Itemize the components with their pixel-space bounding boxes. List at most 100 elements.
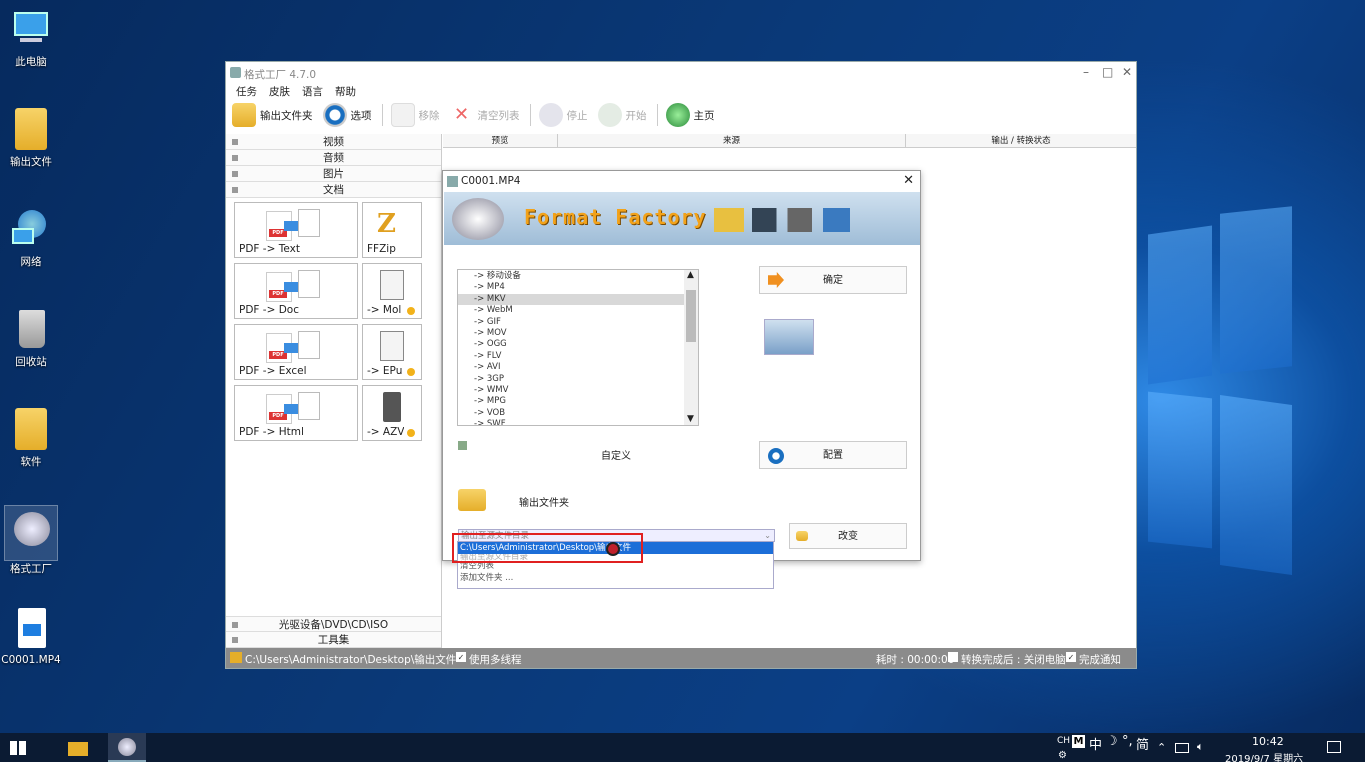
desktop-icon-network[interactable]: 网络	[0, 208, 62, 269]
format-item[interactable]: -> WMV	[458, 385, 698, 396]
format-item[interactable]: -> FLV	[458, 351, 698, 362]
ime-indicator[interactable]: CH	[1057, 736, 1070, 746]
category-image[interactable]: 图片	[226, 166, 441, 182]
format-list-scrollbar[interactable]: ▲ ▼	[684, 270, 698, 425]
folder-icon	[15, 408, 47, 450]
category-video[interactable]: 视频	[226, 134, 441, 150]
tile-ffzip[interactable]: Z FFZip	[362, 202, 422, 258]
ime-simplified[interactable]: 简	[1136, 734, 1149, 753]
format-item[interactable]: -> MP4	[458, 282, 698, 293]
notification-icon[interactable]	[1327, 741, 1341, 753]
moon-icon[interactable]: ☽	[1106, 734, 1118, 749]
change-button[interactable]: 改变	[789, 523, 907, 549]
tile-pdf-to-excel[interactable]: PDF PDF -> Excel	[234, 324, 358, 380]
close-icon[interactable]: ✕	[1122, 65, 1132, 79]
clear-list-button[interactable]: ✕ 清空列表	[450, 103, 520, 127]
format-item[interactable]: -> MOV	[458, 328, 698, 339]
custom-label[interactable]: 自定义	[601, 447, 631, 462]
column-preview[interactable]: 预览	[443, 134, 558, 147]
ime-mode-icon[interactable]: M	[1072, 735, 1085, 748]
maximize-icon[interactable]: □	[1102, 65, 1113, 79]
options-button[interactable]: 选项	[322, 103, 372, 127]
category-document[interactable]: 文档	[226, 182, 441, 198]
start-button[interactable]: 开始	[597, 103, 647, 127]
shutdown-checkbox[interactable]	[948, 652, 958, 662]
remove-button[interactable]: 移除	[390, 103, 440, 127]
punctuation-icon[interactable]: °,	[1122, 734, 1133, 749]
desktop-icon-output-folder[interactable]: 输出文件	[0, 108, 62, 169]
multithread-checkbox[interactable]: ✓	[456, 652, 466, 662]
format-item[interactable]: -> OGG	[458, 339, 698, 350]
format-item[interactable]: -> GIF	[458, 317, 698, 328]
column-source[interactable]: 来源	[558, 134, 906, 147]
desktop-icon-format-factory[interactable]	[4, 505, 58, 561]
banner-title: Format Factory	[524, 205, 707, 229]
category-audio[interactable]: 音频	[226, 150, 441, 166]
tile-mobi[interactable]: -> Mol	[362, 263, 422, 319]
video-icon	[232, 139, 238, 145]
format-factory-icon	[10, 508, 52, 550]
chevron-up-icon[interactable]: ⌃	[1157, 741, 1166, 754]
tile-epub[interactable]: -> EPu	[362, 324, 422, 380]
start-icon	[597, 103, 622, 127]
desktop-icon-software-folder[interactable]: 软件	[0, 408, 62, 469]
format-item[interactable]: -> 移动设备	[458, 271, 698, 282]
menu-skin[interactable]: 皮肤	[269, 84, 290, 100]
tools-icon	[232, 637, 238, 643]
mouse-cursor-icon	[606, 542, 620, 556]
format-item[interactable]: -> AVI	[458, 362, 698, 373]
menu-help[interactable]: 帮助	[335, 84, 356, 100]
tile-pdf-to-doc[interactable]: PDF PDF -> Doc	[234, 263, 358, 319]
format-factory-taskbar-icon[interactable]	[108, 733, 146, 762]
toolbar-separator	[656, 104, 658, 126]
desktop-icon-c0001-mp4[interactable]: C0001.MP4	[0, 608, 62, 666]
settings-icon[interactable]: ⚙	[1058, 750, 1067, 761]
clear-icon: ✕	[453, 104, 470, 125]
tile-azw[interactable]: -> AZV	[362, 385, 422, 441]
output-folder-button[interactable]: 输出文件夹	[232, 103, 313, 127]
zip-icon: Z	[377, 209, 396, 239]
clock-date[interactable]: 2019/9/7 星期六	[1225, 750, 1303, 762]
format-item[interactable]: -> 3GP	[458, 374, 698, 385]
category-optical[interactable]: 光驱设备\DVD\CD\ISO	[226, 616, 441, 632]
network-icon[interactable]	[1175, 743, 1189, 753]
folder-icon	[796, 531, 808, 541]
desktop-icon-format-factory-label: 格式工厂	[10, 563, 52, 575]
format-item[interactable]: -> VOB	[458, 408, 698, 419]
notify-checkbox[interactable]: ✓	[1066, 652, 1076, 662]
desktop-icon-recycle-bin[interactable]: 回收站	[0, 308, 62, 369]
format-item[interactable]: -> WebM	[458, 305, 698, 316]
category-tools[interactable]: 工具集	[226, 632, 441, 648]
stop-button[interactable]: 停止	[538, 103, 588, 127]
tile-pdf-to-text[interactable]: PDF PDF -> Text	[234, 202, 358, 258]
category-panel: 视频 音频 图片 文档 PDF PDF -> Text Z FFZip PDF PDF…	[226, 134, 442, 648]
config-button[interactable]: 配置	[759, 441, 907, 469]
format-item[interactable]: -> MKV	[458, 293, 698, 306]
clock-time[interactable]: 10:42	[1252, 735, 1284, 748]
status-output-path[interactable]: C:\Users\Administrator\Desktop\输出文件	[245, 652, 456, 667]
after-conversion-label: 转换完成后 : 关闭电脑	[961, 654, 1066, 666]
menu-task[interactable]: 任务	[236, 84, 257, 100]
tile-pdf-to-html[interactable]: PDF PDF -> Html	[234, 385, 358, 441]
format-item[interactable]: -> SWF	[458, 419, 698, 425]
file-explorer-taskbar-icon[interactable]	[68, 742, 88, 756]
taskbar: CH M 中 ☽ °, 简 ⚙ ⌃ 🔈︎ 10:42 2019/9/7 星期六	[0, 733, 1365, 762]
format-factory-logo-icon	[452, 198, 504, 240]
format-list[interactable]: -> 移动设备 -> MP4 -> MKV -> WebM -> GIF -> MOV ->…	[457, 269, 699, 426]
format-item[interactable]: -> MPG	[458, 396, 698, 407]
dialog-app-icon	[447, 176, 458, 187]
column-output[interactable]: 输出 / 转换状态	[906, 134, 1136, 147]
home-button[interactable]: 主页	[665, 103, 715, 127]
menu-language[interactable]: 语言	[302, 84, 323, 100]
folder-icon	[230, 652, 242, 663]
dropdown-option-add-folder[interactable]: 添加文件夹 ...	[458, 572, 773, 584]
desktop-icon-this-pc[interactable]: 此电脑	[0, 8, 62, 69]
minimize-icon[interactable]: –	[1083, 65, 1089, 79]
ok-button[interactable]: 确定	[759, 266, 907, 294]
dialog-close-icon[interactable]: ✕	[903, 173, 914, 188]
notify-label: 完成通知	[1079, 654, 1121, 666]
ime-chinese[interactable]: 中	[1089, 734, 1102, 753]
start-button[interactable]	[10, 741, 26, 755]
media-icons	[714, 208, 850, 232]
volume-icon[interactable]: 🔈︎	[1197, 740, 1204, 754]
